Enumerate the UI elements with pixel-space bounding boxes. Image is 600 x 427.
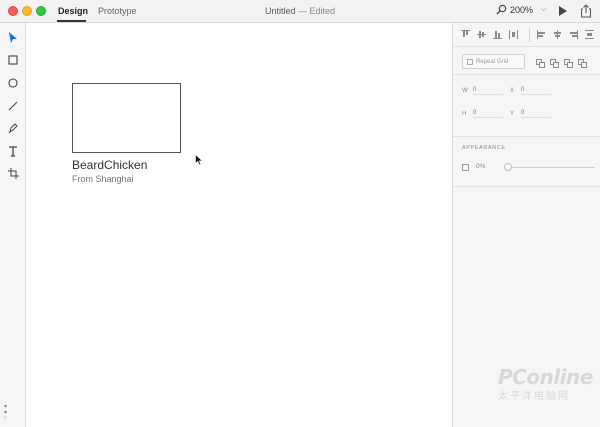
- align-right-icon[interactable]: [569, 30, 578, 39]
- width-field[interactable]: W 0: [462, 87, 503, 95]
- opacity-value[interactable]: 0%: [476, 163, 485, 170]
- boolean-add-icon[interactable]: [536, 59, 545, 68]
- title-bar: Design Prototype Untitled — Edited 200% …: [0, 0, 600, 23]
- rectangle-tool-icon[interactable]: [6, 53, 20, 67]
- artboard[interactable]: [72, 83, 181, 153]
- x-label: X: [510, 88, 515, 94]
- design-canvas[interactable]: BeardChicken From Shanghai: [27, 23, 452, 427]
- share-icon[interactable]: [580, 4, 592, 18]
- layers-toggle[interactable]: ◆ ◆ ≡: [4, 403, 7, 421]
- boolean-exclude-icon[interactable]: [578, 59, 587, 68]
- alignment-row: [453, 23, 600, 47]
- repeat-grid-row: Repeat Grid: [453, 47, 600, 75]
- tools-panel: ◆ ◆ ≡: [0, 23, 26, 427]
- opacity-slider-track[interactable]: [505, 167, 595, 168]
- grid-icon: [467, 58, 473, 65]
- zoom-control[interactable]: 200% ⌵: [496, 4, 546, 15]
- y-input[interactable]: 0: [521, 110, 551, 118]
- mouse-pointer-icon: [195, 154, 203, 166]
- boolean-intersect-icon[interactable]: [564, 59, 573, 68]
- y-field[interactable]: Y 0: [510, 110, 551, 118]
- repeat-grid-button[interactable]: Repeat Grid: [462, 54, 525, 69]
- repeat-grid-label: Repeat Grid: [476, 58, 509, 65]
- text-tool-icon[interactable]: [6, 144, 20, 158]
- appearance-section: APPEARANCE 0%: [453, 137, 600, 187]
- separator: [529, 28, 530, 42]
- width-input[interactable]: 0: [473, 87, 503, 95]
- play-icon[interactable]: [559, 6, 567, 16]
- active-tab-indicator: [57, 20, 86, 22]
- line-tool-icon[interactable]: [6, 99, 20, 113]
- align-center-icon[interactable]: [553, 30, 562, 39]
- watermark-logo: PConline: [498, 365, 593, 389]
- align-middle-icon[interactable]: [477, 30, 486, 39]
- height-label: H: [462, 111, 467, 117]
- height-input[interactable]: 0: [473, 110, 503, 118]
- opacity-icon: [462, 164, 469, 171]
- search-icon: [496, 4, 507, 15]
- watermark-subtitle: 太平洋电脑网: [498, 391, 570, 402]
- document-status: — Edited: [298, 6, 336, 16]
- pen-tool-icon[interactable]: [6, 121, 20, 135]
- width-label: W: [462, 88, 468, 94]
- opacity-slider-handle[interactable]: [504, 163, 512, 171]
- height-field[interactable]: H 0: [462, 110, 503, 118]
- artboard-subtitle[interactable]: From Shanghai: [72, 174, 134, 184]
- distribute-vertical-icon[interactable]: [509, 30, 518, 39]
- ellipse-tool-icon[interactable]: [6, 76, 20, 90]
- select-tool-icon[interactable]: [6, 31, 20, 45]
- artboard-title[interactable]: BeardChicken: [72, 158, 147, 172]
- zoom-level: 200%: [510, 4, 534, 15]
- x-input[interactable]: 0: [521, 87, 551, 95]
- size-position-row: W 0 X 0 H 0 Y 0: [453, 75, 600, 137]
- distribute-horizontal-icon[interactable]: [585, 30, 594, 39]
- align-left-icon[interactable]: [537, 30, 546, 39]
- artboard-tool-icon[interactable]: [6, 166, 20, 180]
- chevron-down-icon[interactable]: ⌵: [541, 6, 546, 14]
- document-name: Untitled: [264, 6, 296, 16]
- x-field[interactable]: X 0: [510, 87, 551, 95]
- y-label: Y: [510, 111, 515, 117]
- watermark: PConline 太平洋电脑网: [484, 365, 593, 405]
- align-top-icon[interactable]: [461, 30, 470, 39]
- align-bottom-icon[interactable]: [493, 30, 502, 39]
- appearance-title: APPEARANCE: [462, 145, 506, 151]
- boolean-subtract-icon[interactable]: [550, 59, 559, 68]
